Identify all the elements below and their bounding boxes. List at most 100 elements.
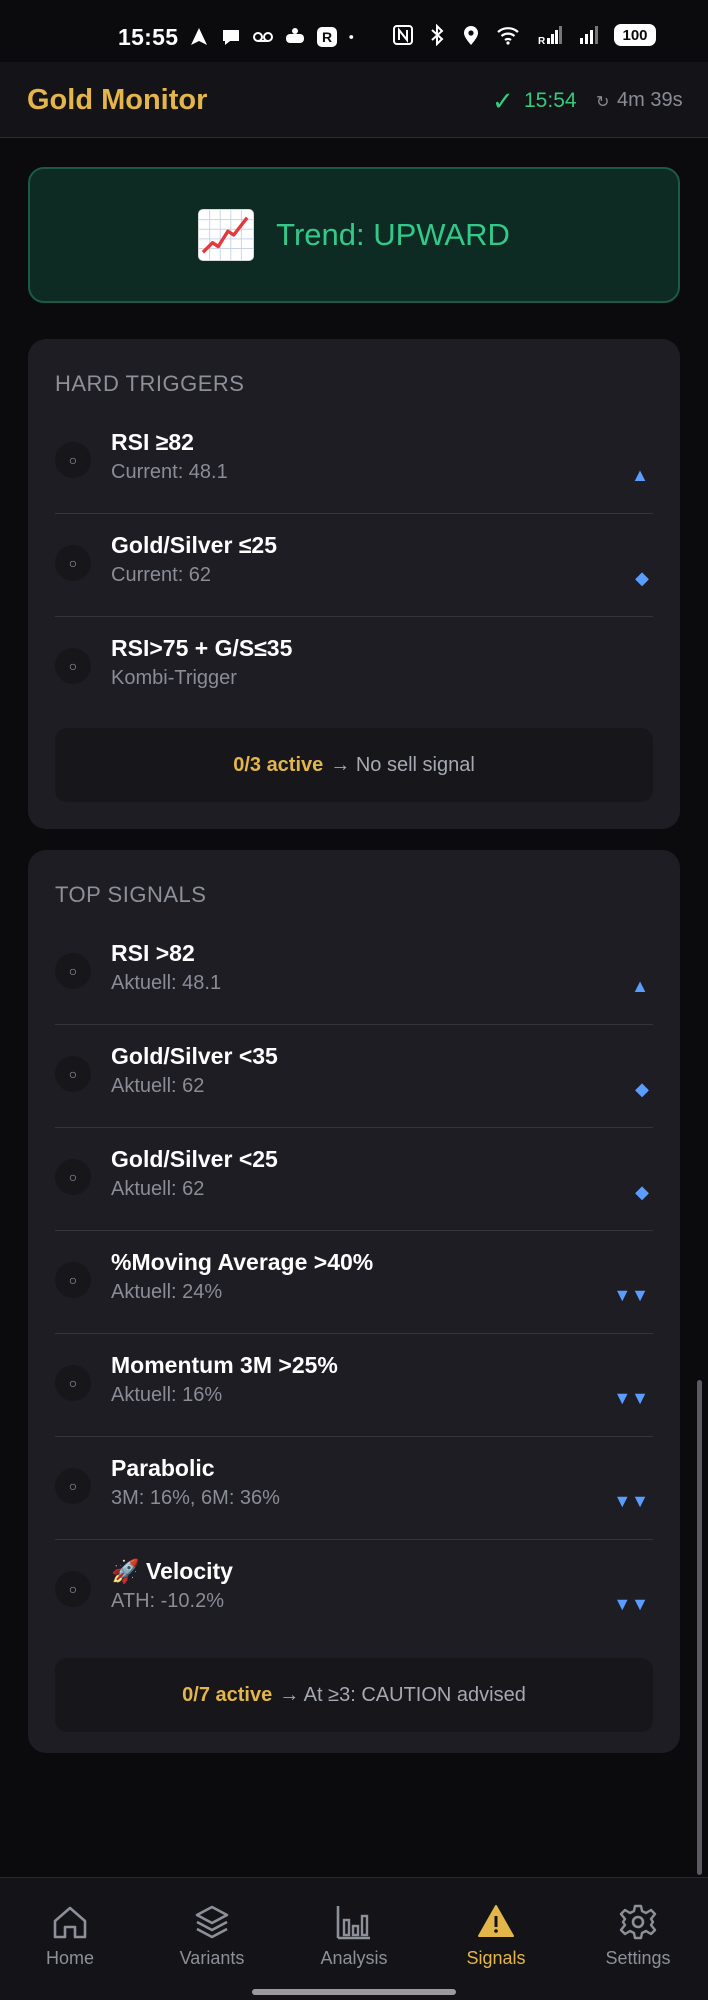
top-signals-summary: 0/7 active → At ≥3: CAUTION advised	[55, 1658, 653, 1732]
list-item[interactable]: ○ RSI>75 + G/S≤35 Kombi-Trigger	[55, 617, 653, 720]
chart-increasing-icon	[198, 209, 255, 261]
nav-label: Variants	[179, 1948, 245, 1968]
status-dot-icon: ○	[55, 953, 91, 989]
list-item[interactable]: ○ Gold/Silver <25 Aktuell: 62 ◆	[55, 1128, 653, 1231]
double-triangle-down-icon: ▼▼	[613, 1388, 649, 1408]
signal-value: Aktuell: 24%	[111, 1281, 223, 1303]
status-time: 15:55	[118, 24, 179, 50]
signal-icon	[580, 26, 598, 44]
list-item[interactable]: ○ Parabolic 3M: 16%, 6M: 36% ▼▼	[55, 1437, 653, 1540]
gear-icon	[619, 1904, 657, 1940]
diamond-icon: ◆	[635, 1079, 649, 1099]
signal-title: Gold/Silver <25	[111, 1146, 278, 1172]
diamond-icon: ◆	[635, 1182, 649, 1202]
status-dot-icon: ○	[55, 442, 91, 478]
status-dot-icon: ○	[55, 1468, 91, 1504]
check-icon: ✓	[492, 86, 514, 116]
nav-settings[interactable]: Settings	[578, 1902, 698, 1969]
nav-variants[interactable]: Variants	[152, 1902, 272, 1969]
active-count: 0/3 active	[233, 753, 324, 776]
battery-indicator: 100	[614, 24, 656, 46]
nav-analysis[interactable]: Analysis	[294, 1902, 414, 1969]
double-triangle-down-icon: ▼▼	[613, 1285, 649, 1305]
voicemail-icon	[253, 32, 273, 42]
signal-title: RSI >82	[111, 940, 195, 966]
bar-chart-icon	[336, 1906, 370, 1940]
section-heading: HARD TRIGGERS	[55, 371, 245, 396]
refresh-countdown: 4m 39s	[617, 89, 683, 111]
nav-label: Analysis	[320, 1948, 388, 1968]
list-item[interactable]: ○ %Moving Average >40% Aktuell: 24% ▼▼	[55, 1231, 653, 1334]
svg-text:R: R	[538, 36, 546, 46]
list-item[interactable]: ○ 🚀 Velocity ATH: -10.2% ▼▼	[55, 1540, 653, 1643]
game-icon	[286, 28, 304, 43]
hard-triggers-card: HARD TRIGGERS ○ RSI ≥82 Current: 48.1 ▲ …	[28, 339, 680, 829]
trigger-title: RSI>75 + G/S≤35	[111, 635, 293, 661]
nav-label: Signals	[466, 1948, 526, 1968]
bottom-navigation: Home Variants Analysis Signals Settings	[0, 1877, 708, 2000]
bluetooth-icon	[431, 24, 444, 46]
section-heading: TOP SIGNALS	[55, 882, 207, 907]
scrollbar[interactable]	[697, 1380, 702, 1875]
chat-icon	[223, 30, 239, 45]
layers-icon	[195, 1905, 229, 1939]
status-dot-icon: ○	[55, 1262, 91, 1298]
list-item[interactable]: ○ Gold/Silver ≤25 Current: 62 ◆	[55, 514, 653, 617]
navigation-icon	[191, 28, 207, 45]
trigger-title: Gold/Silver ≤25	[111, 532, 278, 558]
list-item[interactable]: ○ Momentum 3M >25% Aktuell: 16% ▼▼	[55, 1334, 653, 1437]
top-signals-card: TOP SIGNALS ○ RSI >82 Aktuell: 48.1 ▲ ○ …	[28, 850, 680, 1753]
last-sync-time: 15:54	[524, 89, 577, 112]
status-dot-icon: ○	[55, 1056, 91, 1092]
location-icon	[464, 26, 478, 45]
status-dot-icon: ○	[55, 648, 91, 684]
status-notification-icons: R	[188, 26, 360, 48]
list-item[interactable]: ○ Gold/Silver <35 Aktuell: 62 ◆	[55, 1025, 653, 1128]
app-screen: 15:55 R R 100 Gold Monitor ✓ 15:54 ↻ 4m …	[0, 0, 708, 2000]
trigger-value: Kombi-Trigger	[111, 667, 237, 689]
signal-title: Parabolic	[111, 1455, 215, 1481]
r-app-icon: R	[317, 27, 337, 47]
list-item[interactable]: ○ RSI >82 Aktuell: 48.1 ▲	[55, 922, 653, 1025]
signal-value: Aktuell: 62	[111, 1178, 205, 1200]
diamond-icon: ◆	[635, 568, 649, 588]
svg-text:R: R	[322, 29, 332, 45]
list-item[interactable]: ○ RSI ≥82 Current: 48.1 ▲	[55, 411, 653, 514]
active-count: 0/7 active	[182, 1683, 273, 1706]
trigger-value: Current: 48.1	[111, 461, 228, 483]
signal-value: Aktuell: 62	[111, 1075, 205, 1097]
app-title: Gold Monitor	[27, 84, 208, 116]
nav-label: Home	[45, 1948, 94, 1968]
signal-title: Gold/Silver <35	[111, 1043, 278, 1069]
nfc-icon	[393, 25, 413, 45]
wifi-icon	[497, 27, 519, 45]
summary-text: → At ≥3: CAUTION advised	[279, 1683, 526, 1706]
warning-icon	[478, 1905, 514, 1937]
signal-value: Aktuell: 48.1	[111, 972, 222, 994]
trend-label: Trend: UPWARD	[276, 217, 510, 252]
nav-home[interactable]: Home	[10, 1902, 130, 1969]
status-dot-icon: ○	[55, 1365, 91, 1401]
refresh-icon[interactable]: ↻	[596, 92, 609, 112]
home-indicator[interactable]	[252, 1989, 456, 1995]
signal-title: Momentum 3M >25%	[111, 1352, 338, 1378]
status-dot-icon: ○	[55, 1571, 91, 1607]
signal-title: 🚀 Velocity	[111, 1558, 233, 1584]
status-dot-icon: ○	[55, 545, 91, 581]
double-triangle-down-icon: ▼▼	[613, 1594, 649, 1614]
signal-value: Aktuell: 16%	[111, 1384, 223, 1406]
home-icon	[53, 1906, 87, 1939]
signal-icon: R	[538, 26, 562, 46]
hard-triggers-summary: 0/3 active → No sell signal	[55, 728, 653, 802]
signal-value: 3M: 16%, 6M: 36%	[111, 1487, 280, 1509]
signal-title: %Moving Average >40%	[111, 1249, 374, 1275]
signal-value: ATH: -10.2%	[111, 1590, 224, 1612]
triangle-up-icon: ▲	[631, 976, 649, 996]
status-dot-icon: ○	[55, 1159, 91, 1195]
summary-text: → No sell signal	[330, 753, 475, 776]
app-header: Gold Monitor ✓ 15:54 ↻ 4m 39s	[0, 62, 708, 138]
nav-signals[interactable]: Signals	[436, 1902, 556, 1969]
triangle-up-icon: ▲	[631, 465, 649, 485]
trigger-title: RSI ≥82	[111, 429, 194, 455]
status-system-icons: R 100	[392, 24, 656, 46]
